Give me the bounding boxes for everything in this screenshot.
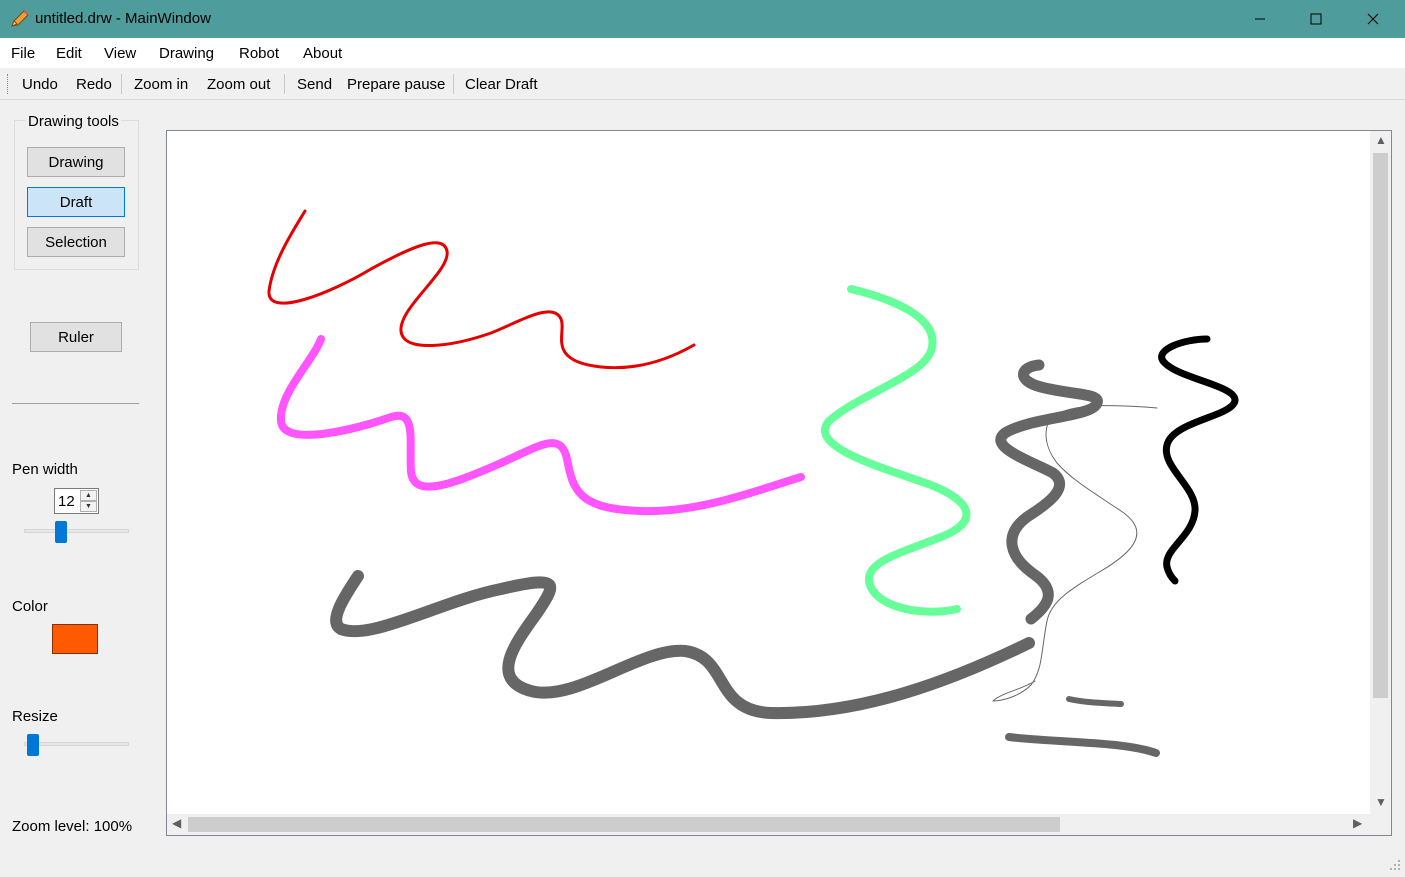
minimize-button[interactable] bbox=[1232, 0, 1288, 38]
spin-down-button[interactable]: ▼ bbox=[80, 501, 97, 512]
zoom-out-button[interactable]: Zoom out bbox=[207, 76, 270, 93]
stroke-red[interactable] bbox=[267, 209, 696, 370]
stroke-gray-wiggle[interactable] bbox=[995, 359, 1103, 625]
ruler-button[interactable]: Ruler bbox=[30, 322, 122, 352]
menu-edit[interactable]: Edit bbox=[56, 45, 82, 62]
drawing-canvas-frame bbox=[166, 130, 1392, 836]
horizontal-scroll-thumb[interactable] bbox=[188, 817, 1060, 832]
toolbar-grip[interactable] bbox=[7, 74, 9, 94]
stroke-gray-dash-long[interactable] bbox=[1005, 733, 1160, 757]
menu-robot[interactable]: Robot bbox=[239, 45, 279, 62]
resize-label: Resize bbox=[12, 708, 58, 725]
menu-view[interactable]: View bbox=[104, 45, 136, 62]
prepare-pause-button[interactable]: Prepare pause bbox=[347, 76, 445, 93]
pen-width-value: 12 bbox=[58, 493, 75, 510]
menu-about[interactable]: About bbox=[303, 45, 342, 62]
stroke-gray-dash-short[interactable] bbox=[1066, 696, 1124, 707]
resize-slider-track[interactable] bbox=[24, 742, 129, 746]
drawing-tool-button[interactable]: Drawing bbox=[27, 147, 125, 177]
horizontal-scrollbar[interactable]: ◀ ▶ bbox=[167, 814, 1370, 835]
pencil-icon bbox=[11, 10, 29, 27]
scroll-right-icon[interactable]: ▶ bbox=[1353, 816, 1362, 830]
draft-tool-button[interactable]: Draft bbox=[27, 187, 125, 217]
pen-width-slider-handle[interactable] bbox=[54, 521, 67, 543]
color-label: Color bbox=[12, 598, 48, 615]
toolbar-separator bbox=[453, 74, 454, 94]
redo-button[interactable]: Redo bbox=[76, 76, 112, 93]
menu-drawing[interactable]: Drawing bbox=[159, 45, 214, 62]
stroke-pink[interactable] bbox=[276, 335, 805, 516]
drawing-tools-title: Drawing tools bbox=[26, 113, 121, 130]
toolbar-separator bbox=[121, 74, 122, 94]
color-swatch-button[interactable] bbox=[52, 624, 98, 654]
maximize-button[interactable] bbox=[1288, 0, 1344, 38]
resize-grip-icon[interactable] bbox=[1388, 858, 1402, 872]
stroke-gray-large[interactable] bbox=[330, 570, 1035, 720]
undo-button[interactable]: Undo bbox=[22, 76, 58, 93]
drawing-tools-group: Drawing tools Drawing Draft Selection bbox=[14, 113, 139, 270]
scroll-up-icon[interactable]: ▲ bbox=[1375, 133, 1387, 147]
zoom-level-label: Zoom level: 100% bbox=[12, 818, 133, 835]
selection-tool-button[interactable]: Selection bbox=[27, 227, 125, 257]
minimize-icon bbox=[1255, 18, 1265, 20]
menu-file[interactable]: File bbox=[11, 45, 35, 62]
pen-width-slider-track[interactable] bbox=[24, 529, 129, 533]
drawing-canvas[interactable] bbox=[168, 132, 1370, 816]
vertical-scroll-thumb[interactable] bbox=[1373, 153, 1388, 698]
send-button[interactable]: Send bbox=[297, 76, 332, 93]
strokes-layer bbox=[267, 209, 1239, 757]
pen-width-spinbox[interactable]: 12 ▲ ▼ bbox=[54, 488, 99, 514]
window-title: untitled.drw - MainWindow bbox=[35, 10, 211, 27]
scroll-down-icon[interactable]: ▼ bbox=[1375, 795, 1387, 809]
toolbar: Undo Redo Zoom in Zoom out Send Prepare … bbox=[0, 68, 1405, 100]
menu-bar: File Edit View Drawing Robot About bbox=[0, 38, 1405, 68]
zoom-in-button[interactable]: Zoom in bbox=[134, 76, 188, 93]
stroke-black[interactable] bbox=[1158, 335, 1239, 585]
scroll-corner bbox=[1370, 814, 1391, 835]
stroke-green[interactable] bbox=[821, 285, 971, 616]
pen-width-label: Pen width bbox=[12, 461, 78, 478]
spin-up-button[interactable]: ▲ bbox=[80, 490, 97, 501]
scroll-left-icon[interactable]: ◀ bbox=[172, 816, 181, 830]
close-button[interactable] bbox=[1345, 0, 1401, 38]
close-icon bbox=[1367, 13, 1379, 25]
resize-slider-handle[interactable] bbox=[26, 734, 39, 756]
tools-panel: Drawing tools Drawing Draft Selection Ru… bbox=[0, 100, 152, 877]
title-bar: untitled.drw - MainWindow bbox=[0, 0, 1405, 38]
toolbar-separator bbox=[284, 74, 285, 94]
maximize-icon bbox=[1310, 13, 1322, 25]
clear-draft-button[interactable]: Clear Draft bbox=[465, 76, 538, 93]
panel-divider bbox=[12, 403, 139, 404]
vertical-scrollbar[interactable]: ▲ ▼ bbox=[1370, 131, 1391, 815]
